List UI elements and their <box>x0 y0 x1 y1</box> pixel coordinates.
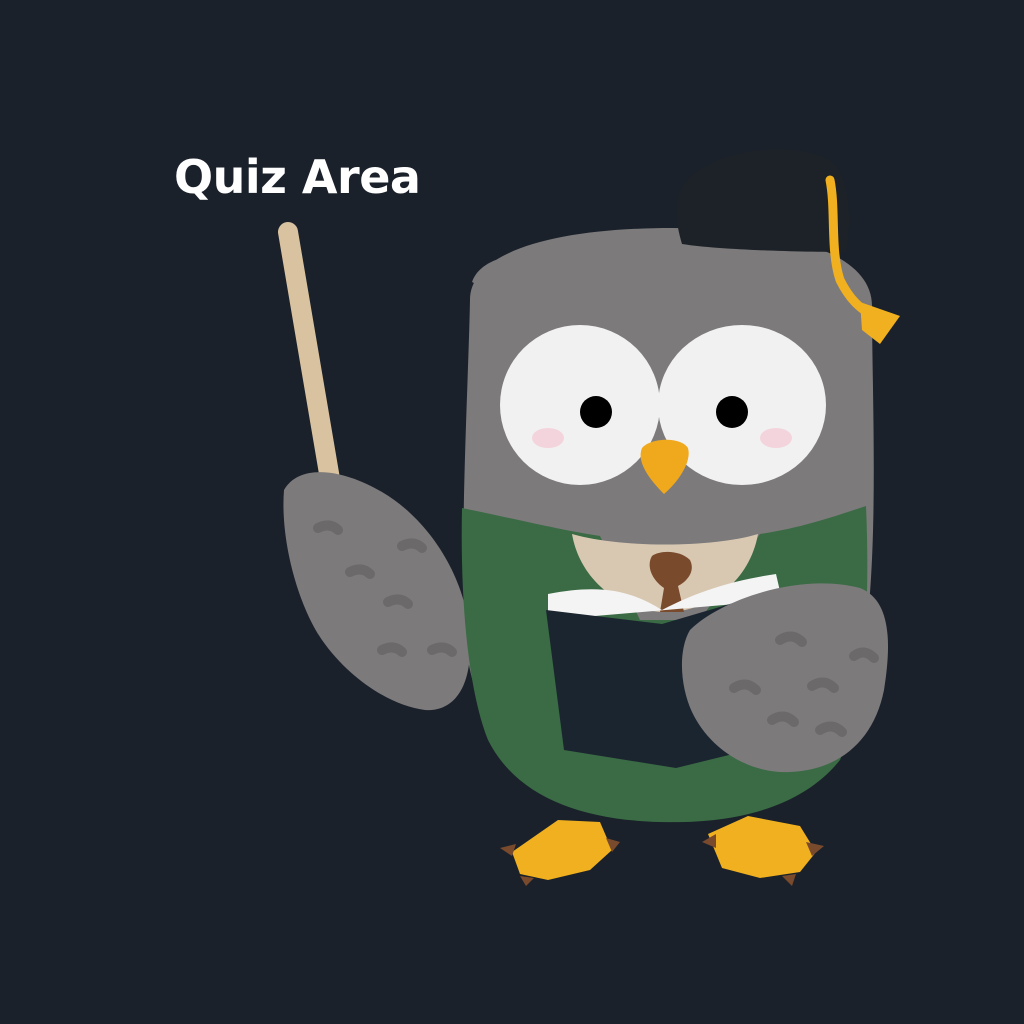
owl-feet <box>500 816 824 886</box>
owl-left-wing <box>283 472 471 711</box>
quiz-area-screen: Quiz Area <box>0 0 1024 1024</box>
owl-eye-right <box>716 396 748 428</box>
owl-eye-left <box>580 396 612 428</box>
owl-teacher-illustration <box>278 149 900 886</box>
